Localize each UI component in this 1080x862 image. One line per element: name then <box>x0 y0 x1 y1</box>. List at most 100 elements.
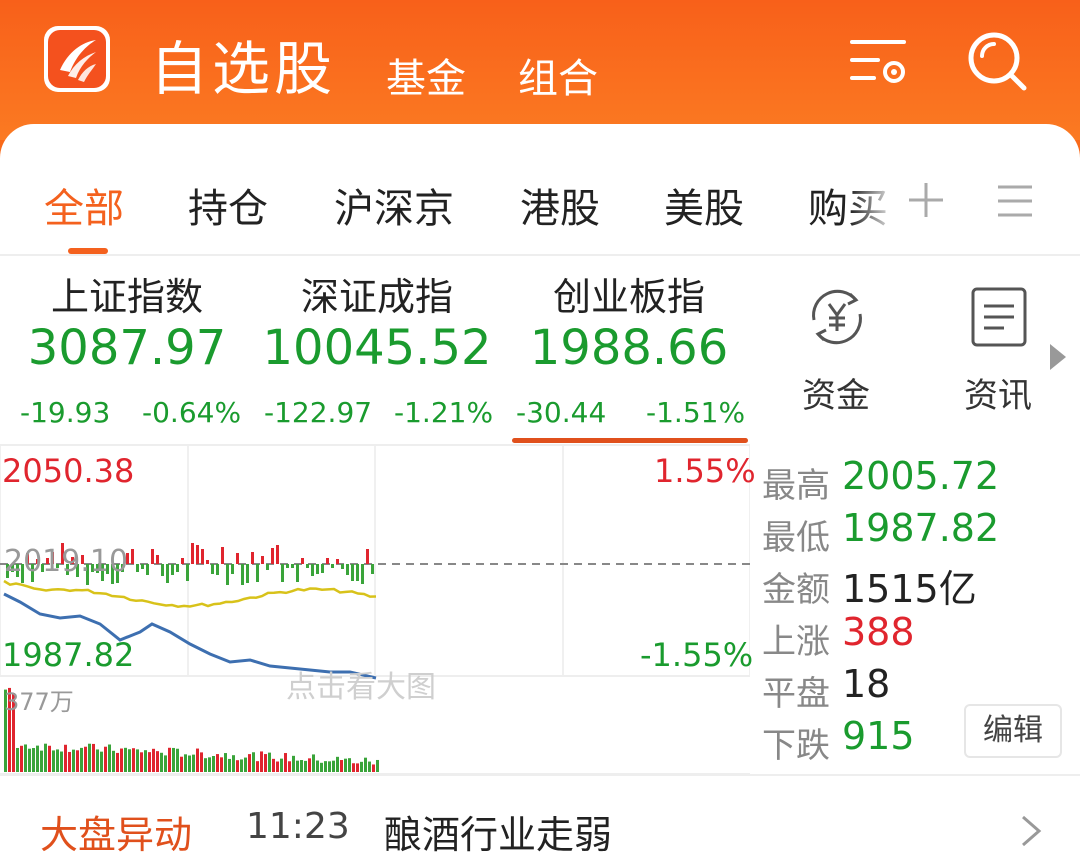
volume-bar <box>356 763 359 772</box>
app-logo[interactable] <box>44 26 110 92</box>
volume-bar <box>220 757 223 772</box>
tick-bar <box>241 564 244 585</box>
tick-bar <box>261 556 264 564</box>
index-name-cy[interactable]: 创业板指 <box>514 266 744 321</box>
tick-bar <box>171 564 174 575</box>
settings-icon[interactable] <box>848 32 912 92</box>
volume-bar <box>20 745 23 772</box>
volume-bar <box>232 755 235 772</box>
tick-bar <box>251 552 254 564</box>
volume-bar <box>256 761 259 772</box>
volume-bar <box>364 757 367 772</box>
index-value-sz[interactable]: 10045.52 <box>252 320 502 376</box>
document-icon[interactable] <box>968 284 1030 350</box>
menu-icon[interactable] <box>996 182 1034 220</box>
category-tab-us[interactable]: 美股 <box>664 176 744 234</box>
tick-bar <box>361 564 364 584</box>
index-value-sh[interactable]: 3087.97 <box>2 320 252 376</box>
volume-bar <box>216 754 219 772</box>
tick-bar <box>356 564 359 581</box>
tick-bar <box>246 564 249 583</box>
index-name-sz[interactable]: 深证成指 <box>262 266 492 321</box>
stat-down-value: 915 <box>842 714 915 758</box>
tick-bar <box>326 558 329 564</box>
volume-bar <box>164 755 167 772</box>
tick-bar <box>346 564 349 575</box>
market-alert-title[interactable]: 大盘异动 <box>40 804 192 859</box>
volume-bar <box>72 749 75 772</box>
volume-bar <box>28 748 31 772</box>
volume-bar <box>68 751 71 772</box>
chevron-right-icon[interactable] <box>1020 814 1042 848</box>
plus-icon[interactable] <box>906 180 946 220</box>
tab-portfolio[interactable]: 组合 <box>518 46 598 104</box>
tick-bar <box>301 558 304 564</box>
index-value-cy[interactable]: 1988.66 <box>504 320 754 376</box>
tick-bar <box>351 564 354 581</box>
tick-bar <box>156 555 159 564</box>
volume-bar <box>108 744 111 772</box>
category-tab-hushenjing[interactable]: 沪深京 <box>334 176 454 234</box>
tick-bar <box>141 564 144 569</box>
volume-bar <box>132 748 135 772</box>
index-name-sh[interactable]: 上证指数 <box>12 266 242 321</box>
yuan-cycle-icon[interactable] <box>804 284 870 350</box>
news-info-label[interactable]: 资讯 <box>964 368 1032 417</box>
tick-bar <box>226 564 229 585</box>
volume-bar <box>80 747 83 772</box>
divider <box>0 774 1080 776</box>
tick-bar <box>306 564 309 568</box>
tick-bar <box>216 564 219 575</box>
volume-bar <box>36 745 39 772</box>
market-alert-text[interactable]: 酿酒行业走弱 <box>384 804 612 859</box>
volume-bar <box>196 748 199 772</box>
funds-label[interactable]: 资金 <box>802 368 870 417</box>
edit-button[interactable]: 编辑 <box>964 704 1062 758</box>
tab-fund[interactable]: 基金 <box>386 46 466 104</box>
chart-watermark: 点击看大图 <box>286 670 436 705</box>
stat-amount-value: 1515亿 <box>842 567 977 611</box>
chart-up-pct: 1.55% <box>654 452 756 490</box>
volume-bar <box>336 756 339 772</box>
content-sheet: 全部 持仓 沪深京 港股 美股 购买 上证指数 3087.97 -19.93 -… <box>0 124 1080 862</box>
tick-bar <box>181 558 184 564</box>
volume-bar <box>172 747 175 772</box>
tick-bar <box>201 549 204 564</box>
category-tab-holdings[interactable]: 持仓 <box>188 176 268 234</box>
stat-down-label: 下跌 <box>762 726 830 766</box>
tick-bar <box>311 564 314 576</box>
volume-bar <box>348 758 351 772</box>
volume-bar <box>236 760 239 772</box>
chevron-right-icon[interactable] <box>1048 342 1068 372</box>
chart-down-pct: -1.55% <box>640 636 754 674</box>
volume-bar <box>160 752 163 772</box>
volume-bar <box>180 756 183 772</box>
volume-bar <box>56 749 59 772</box>
tick-bar <box>291 564 294 568</box>
category-tab-all[interactable]: 全部 <box>44 176 124 234</box>
chart-mid-label: 2019.10 <box>4 544 129 579</box>
category-tab-hk[interactable]: 港股 <box>520 176 600 234</box>
volume-bar <box>40 750 43 772</box>
volume-bar <box>268 752 271 772</box>
intraday-chart[interactable]: 2050.38 1.55% 2019.10 1987.82 -1.55% 377… <box>0 446 756 776</box>
volume-bar <box>136 749 139 772</box>
volume-bar <box>120 748 123 772</box>
top-bar: 自选股 基金 组合 <box>0 0 1080 140</box>
volume-bar <box>264 754 267 772</box>
tick-bar <box>271 548 274 564</box>
search-icon[interactable] <box>964 28 1030 94</box>
volume-bar <box>64 744 67 772</box>
volume-bar <box>156 751 159 772</box>
tick-bar <box>221 547 224 564</box>
volume-bar <box>304 760 307 772</box>
volume-bar <box>240 759 243 772</box>
market-alert-time: 11:23 <box>246 806 350 847</box>
volume-bar <box>288 761 291 772</box>
volume-bar <box>284 753 287 772</box>
index-change-cy: -30.44 <box>516 396 607 429</box>
volume-bar <box>368 761 371 772</box>
tick-bar <box>316 564 319 574</box>
stat-low-label: 最低 <box>762 518 830 558</box>
chart-low-label: 1987.82 <box>2 636 135 674</box>
